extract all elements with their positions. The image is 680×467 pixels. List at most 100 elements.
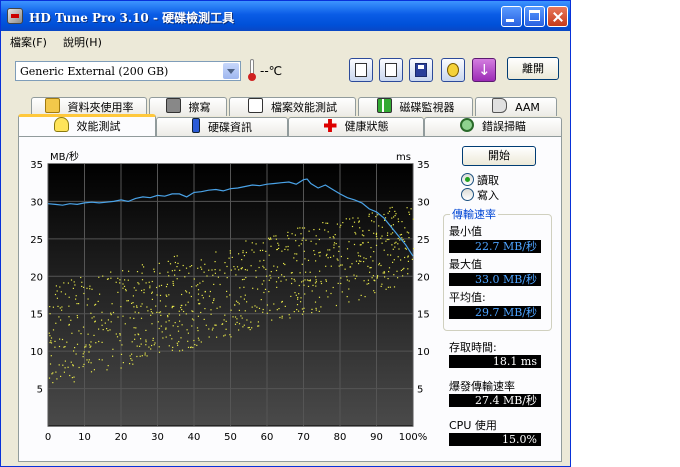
access-time-point [301,227,304,229]
access-time-point [280,280,282,282]
tab-aam[interactable]: AAM [475,97,557,116]
access-time-point [404,256,406,259]
access-time-point [93,316,95,318]
tab-health[interactable]: 健康狀態 [288,117,424,136]
access-time-point [226,296,228,298]
download-icon[interactable]: ↓ [472,58,496,82]
access-time-point [168,275,170,277]
access-time-point [91,288,93,290]
access-time-point [148,346,150,348]
access-time-label: 存取時間: [449,341,497,354]
save-icon[interactable] [409,58,433,82]
copy-info-icon[interactable] [349,58,373,82]
access-time-point [330,292,332,295]
settings-icon[interactable] [441,58,465,82]
access-time-point [117,316,119,318]
access-time-point [260,299,262,301]
chevron-down-icon[interactable] [223,63,239,79]
tab-benchmark[interactable]: 效能測試 [18,114,156,136]
access-time-point [224,262,226,264]
access-time-point [106,369,108,371]
access-time-point [88,361,90,363]
access-time-point [66,341,68,343]
access-time-point [332,236,334,238]
tab-error-scan[interactable]: 錯誤掃瞄 [424,117,562,136]
access-time-point [349,266,352,268]
access-time-point [240,296,242,298]
write-radio[interactable] [461,188,474,201]
minimize-button[interactable] [501,6,522,27]
access-time-point [377,214,379,216]
access-time-point [196,344,198,346]
access-time-point [257,325,259,327]
access-time-point [129,363,131,365]
access-time-point [297,296,299,299]
start-button[interactable]: 開始 [462,146,536,166]
exit-button[interactable]: 離開 [507,57,559,80]
access-time-point [86,287,88,289]
access-time-point [387,278,389,280]
y-tick-label-left: 15 [30,310,43,321]
access-time-point [275,269,278,272]
access-time-point [146,355,148,357]
access-time-point [186,291,188,293]
access-time-point [389,286,391,288]
menu-help[interactable]: 說明(H) [63,34,102,50]
access-time-point [336,223,338,225]
tab-label: AAM [515,101,540,114]
access-time-point [355,233,357,235]
access-time-point [273,303,275,305]
access-time-point [225,320,227,322]
access-time-point [197,330,199,332]
access-time-point [206,275,208,277]
access-time-point [187,301,189,303]
close-button[interactable] [547,6,568,27]
access-time-point [61,306,63,308]
access-time-point [291,278,293,280]
access-time-point [284,263,286,266]
access-time-point [130,358,132,360]
copy-screen-icon[interactable] [379,58,403,82]
access-time-point [180,304,182,307]
tab-erase[interactable]: 擦寫 [149,97,227,116]
access-time-point [59,307,61,309]
access-time-point [136,271,139,273]
access-time-point [119,340,121,342]
file-benchmark-icon [248,98,263,113]
access-time-point [288,237,290,240]
access-time-point [54,340,56,342]
access-time-point [110,271,112,273]
access-time-point [82,365,84,368]
access-time-point [388,267,391,269]
maximize-button[interactable] [524,6,545,27]
access-time-point [276,266,279,268]
tab-label: 效能測試 [76,120,121,133]
access-time-point [392,261,394,263]
access-time-point [49,363,52,365]
access-time-point [101,341,103,343]
access-time-point [83,363,85,365]
access-time-point [320,280,322,283]
tab-drive-info[interactable]: 硬碟資訊 [156,117,288,136]
access-time-point [333,255,335,257]
access-time-point [340,264,342,266]
access-time-point [72,365,74,367]
tab-file-benchmark[interactable]: 檔案效能測試 [229,97,356,116]
access-time-point [225,328,227,330]
access-time-point [275,238,277,240]
menu-file[interactable]: 檔案(F) [10,34,47,50]
access-time-point [269,274,271,276]
drive-select[interactable]: Generic External (200 GB) [15,61,241,81]
access-time-point [276,286,278,288]
tab-disk-monitor[interactable]: 磁碟監視器 [358,97,473,116]
menu-bar: 檔案(F) 說明(H) [1,31,570,51]
access-time-point [159,311,162,313]
access-time-point [158,327,160,330]
access-time-point [133,327,135,329]
access-time-point [223,319,225,321]
access-time-point [189,266,191,268]
access-time-point [250,265,252,267]
read-radio[interactable] [461,173,474,186]
access-time-point [401,237,403,239]
access-time-point [184,276,186,278]
